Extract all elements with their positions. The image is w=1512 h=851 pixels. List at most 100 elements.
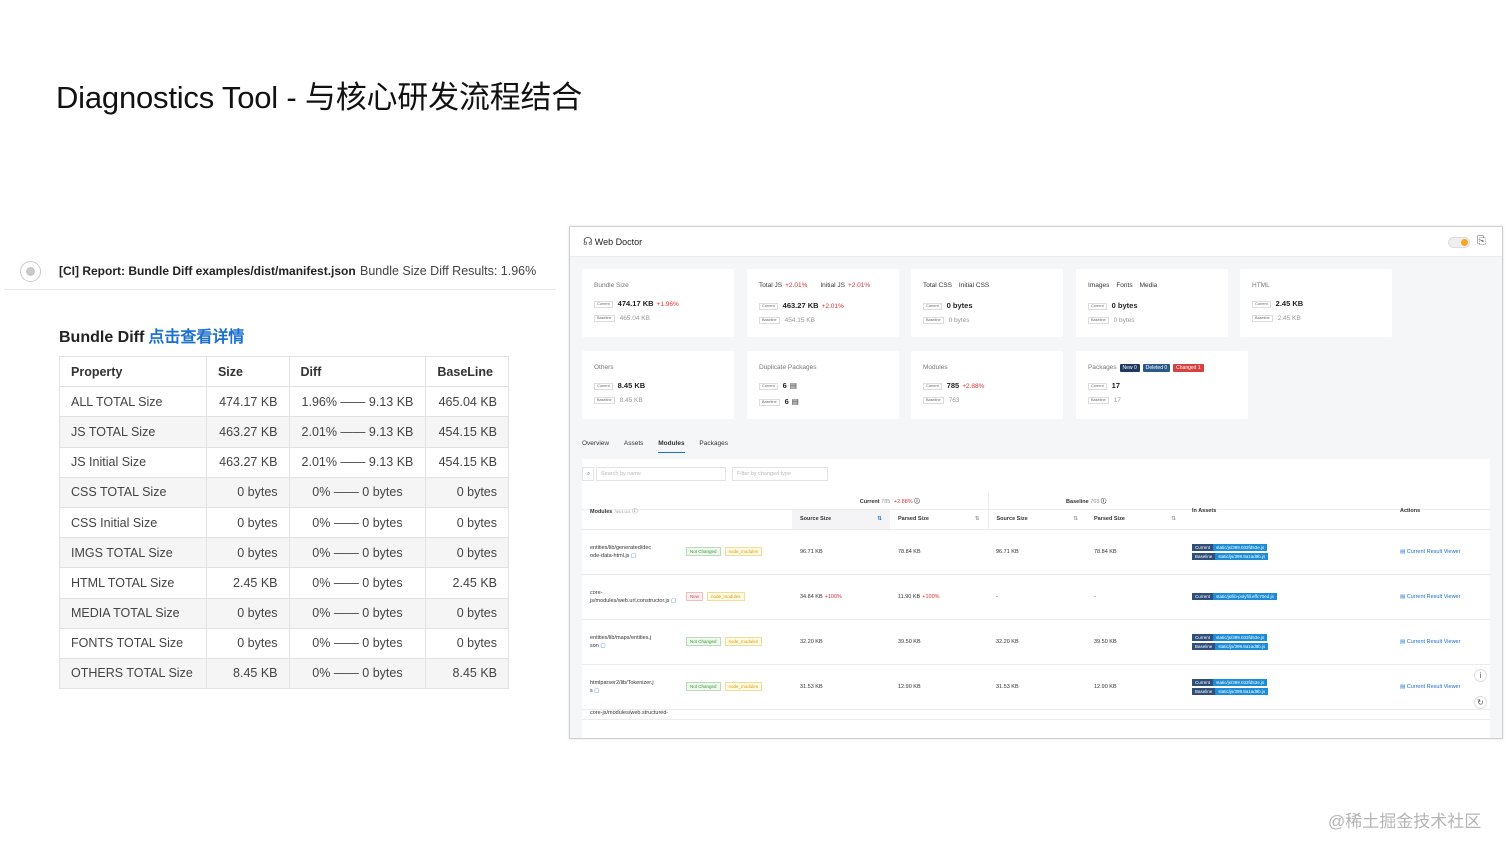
baseline-cell: 454.15 KB <box>425 446 509 478</box>
card-title: Bundle Size <box>594 282 629 289</box>
table-row: IMGS TOTAL Size 0 bytes 0% —— 0 bytes 0 byt… <box>59 537 509 569</box>
tab-overview[interactable]: Overview <box>582 440 609 452</box>
filter-select[interactable]: Filter by changed type <box>732 467 828 481</box>
card-baseline-row: Baseline 17 <box>1088 397 1121 404</box>
app-logo[interactable]: ☊ Web Doctor <box>583 235 642 248</box>
asset-baseline[interactable]: Baseline static/js/399.8a1ad9b.js <box>1192 642 1384 650</box>
file-icon: ▤ <box>791 397 799 406</box>
asset-baseline[interactable]: Baseline static/js/399.8a1ad9b.js <box>1192 687 1384 695</box>
tab-initial-js[interactable]: Initial JS +2.01% <box>820 282 876 289</box>
tab-media[interactable]: Media <box>1140 282 1158 289</box>
current-result-viewer-link[interactable]: ▤ Current Result Viewer <box>1400 549 1460 555</box>
card-html-size: HTML Current 2.45 KB Baseline 2.45 KB <box>1240 269 1392 337</box>
module-path: core- <box>590 589 603 596</box>
table-row: ALL TOTAL Size 474.17 KB 1.96% —— 9.13 KB 4… <box>59 386 509 418</box>
tab-assets[interactable]: Assets <box>624 440 644 452</box>
search-input[interactable]: Search by name <box>596 467 726 481</box>
asset-baseline[interactable]: Baseline static/js/399.8a1ad9b.js <box>1192 552 1384 560</box>
property-cell: ALL TOTAL Size <box>59 386 207 418</box>
card-baseline-row: Baseline 0 bytes <box>1088 317 1135 324</box>
new-badge: New 0 <box>1119 364 1140 372</box>
tab-fonts[interactable]: Fonts <box>1116 282 1132 289</box>
file-icon: ▤ <box>1400 683 1406 690</box>
sort-current-source-size[interactable]: Source Size ⇅ <box>792 509 890 530</box>
file-icon: ▤ <box>1400 638 1406 645</box>
slide-title: Diagnostics Tool - 与核心研发流程结合 <box>56 80 583 115</box>
table-row: FONTS TOTAL Size 0 bytes 0% —— 0 bytes 0 by… <box>59 627 509 659</box>
property-cell: CSS TOTAL Size <box>59 476 207 508</box>
tab-initial-css[interactable]: Initial CSS <box>959 282 989 289</box>
card-bundle-size: Bundle Size Current 474.17 KB +1.96% Basel… <box>582 269 734 337</box>
view-tabs: Overview Assets Modules Packages <box>582 440 741 453</box>
asset-current[interactable]: Current static/js/399.033fd53e.js <box>1192 633 1384 641</box>
card-current-row: Current 463.27 KB +2.01% <box>759 301 844 310</box>
changed-badge: Changed 1 <box>1173 364 1204 372</box>
size-cell: 463.27 KB <box>205 446 290 478</box>
copy-icon[interactable]: ▢ <box>671 598 676 604</box>
copy-icon[interactable]: ▢ <box>600 643 605 649</box>
property-cell: HTML TOTAL Size <box>59 567 207 599</box>
search-icon[interactable]: ⌕ <box>582 467 594 481</box>
card-modules: Modules Current 785 +2.88% Baseline 763 <box>911 351 1063 419</box>
property-cell: JS Initial Size <box>59 446 207 478</box>
actions-cell: ▤ Current Result Viewer <box>1392 619 1490 665</box>
col-header-diff: Diff <box>288 355 427 388</box>
type-badge: node_modules <box>724 682 763 691</box>
property-cell: JS TOTAL Size <box>59 416 207 448</box>
size-cell: 0 bytes <box>205 476 290 508</box>
size-cell: 463.27 KB <box>205 416 290 448</box>
view-details-link[interactable]: 点击查看详情 <box>148 329 244 346</box>
diff-cell: 0% —— 0 bytes <box>288 537 427 569</box>
copy-icon[interactable]: ▢ <box>631 553 636 559</box>
bundle-diff-heading: Bundle Diff 点击查看详情 <box>59 323 244 347</box>
modules-table: Current 785 +2.88% ⓘ Baseline 763 ⓘ Modu… <box>582 493 1490 720</box>
info-icon[interactable]: i <box>1474 669 1487 682</box>
baseline-cell: 465.04 KB <box>425 386 509 418</box>
current-source-size: 31.53 KB <box>792 664 890 710</box>
asset-current[interactable]: Current static/js/lib-polyfill.effc70ed.j… <box>1192 593 1384 600</box>
baseline-parsed-size: 39.50 KB <box>1086 619 1184 665</box>
card-current-row: Current 785 +2.88% <box>923 381 984 390</box>
card-baseline-row: Baseline 2.45 KB <box>1252 315 1301 322</box>
copy-icon[interactable]: ▢ <box>594 688 599 694</box>
baseline-cell: 0 bytes <box>425 506 509 539</box>
sort-baseline-parsed-size[interactable]: Parsed Size ⇅ <box>1086 509 1184 530</box>
tab-packages[interactable]: Packages <box>699 440 728 452</box>
actions-cell: ▤ Current Result Viewer <box>1392 529 1490 575</box>
tab-images[interactable]: Images <box>1088 282 1109 289</box>
size-cell: 474.17 KB <box>205 386 290 418</box>
asset-current[interactable]: Current static/js/399.033fd53e.js <box>1192 543 1384 551</box>
card-current-row: Current 2.45 KB <box>1252 299 1303 308</box>
in-assets-header: In Assets <box>1184 501 1392 522</box>
in-assets-cell: Current static/js/lib-polyfill.effc70ed.j… <box>1184 574 1392 620</box>
card-baseline-row: Baseline 6 ▤ <box>759 397 799 406</box>
module-cell: entities/lib/generated/dec ode-data-html.… <box>582 529 792 575</box>
sort-current-parsed-size[interactable]: Parsed Size ⇅ <box>890 509 988 530</box>
tab-modules[interactable]: Modules <box>658 440 685 453</box>
card-current-row: Current 17 <box>1088 381 1120 390</box>
ci-report-title[interactable]: [CI] Report: Bundle Diff examples/dist/m… <box>59 264 356 278</box>
current-parsed-size: 12.90 KB <box>890 664 988 710</box>
info-icon: ⓘ <box>632 509 638 515</box>
card-title: Duplicate Packages <box>759 364 817 371</box>
table-row: CSS TOTAL Size 0 bytes 0% —— 0 bytes 0 byte… <box>59 476 509 508</box>
tab-total-js[interactable]: Total JS +2.01% <box>759 282 813 289</box>
refresh-icon[interactable]: ↻ <box>1474 696 1487 709</box>
theme-toggle[interactable] <box>1448 237 1470 248</box>
web-doctor-window: ☊ Web Doctor ⎘ Bundle Size Current 474.17 … <box>569 226 1503 739</box>
card-current-row: Current 8.45 KB <box>594 381 645 390</box>
property-cell: CSS Initial Size <box>59 506 207 539</box>
card-current-row: Current 0 bytes <box>923 301 973 310</box>
current-source-size: 34.84 KB +100% <box>792 574 890 620</box>
current-result-viewer-link[interactable]: ▤ Current Result Viewer <box>1400 684 1460 690</box>
sort-baseline-source-size[interactable]: Source Size ⇅ <box>987 509 1086 530</box>
tab-total-css[interactable]: Total CSS <box>923 282 952 289</box>
actions-cell: ▤ Current Result Viewer <box>1392 574 1490 620</box>
asset-current[interactable]: Current static/js/399.033fd53e.js <box>1192 678 1384 686</box>
export-icon[interactable]: ⎘ <box>1477 235 1486 248</box>
current-result-viewer-link[interactable]: ▤ Current Result Viewer <box>1400 594 1460 600</box>
card-js-size: Total JS +2.01% Initial JS +2.01% Current 46… <box>747 269 899 337</box>
type-badge: node_modules <box>724 637 763 646</box>
current-result-viewer-link[interactable]: ▤ Current Result Viewer <box>1400 639 1460 645</box>
sort-icon: ⇅ <box>877 516 882 522</box>
